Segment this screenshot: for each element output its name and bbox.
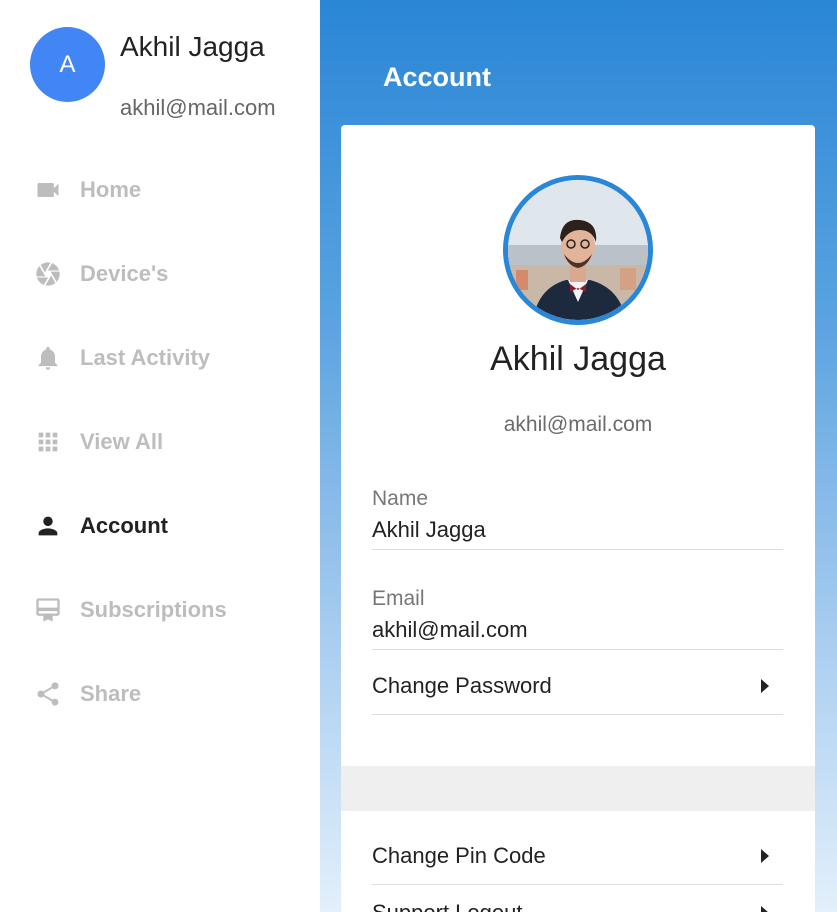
avatar[interactable]: A — [30, 27, 105, 102]
support-logout-row[interactable]: Support Logout — [372, 885, 783, 912]
main-panel: Account Akhil Jagga akhil@mail.com Name … — [320, 0, 837, 912]
chevron-right-icon — [761, 849, 769, 863]
sidebar-item-share[interactable]: Share — [33, 674, 141, 714]
sidebar: A Akhil Jagga akhil@mail.com Home Device… — [0, 0, 320, 912]
sidebar-item-subscriptions[interactable]: Subscriptions — [33, 590, 227, 630]
sidebar-user-name: Akhil Jagga — [120, 31, 265, 62]
sidebar-item-devices[interactable]: Device's — [33, 254, 168, 294]
chevron-right-icon — [761, 906, 769, 912]
sidebar-item-label: Account — [80, 513, 168, 538]
support-logout-label: Support Logout — [372, 900, 522, 912]
page-title: Account — [383, 62, 491, 92]
name-field-value[interactable]: Akhil Jagga — [372, 517, 783, 550]
change-pin-code-row[interactable]: Change Pin Code — [372, 828, 783, 885]
chevron-right-icon — [761, 679, 769, 693]
sidebar-item-view-all[interactable]: View All — [33, 422, 163, 462]
card-icon — [33, 595, 63, 625]
sidebar-item-label: Device's — [80, 261, 169, 286]
sidebar-item-label: Subscriptions — [80, 597, 227, 622]
profile-name: Akhil Jagga — [490, 340, 666, 378]
profile-email: akhil@mail.com — [503, 413, 653, 436]
profile-photo[interactable] — [503, 175, 653, 325]
change-password-row[interactable]: Change Password — [372, 658, 783, 715]
name-field[interactable]: Name Akhil Jagga — [372, 487, 783, 550]
section-divider — [341, 766, 815, 811]
email-field-value[interactable]: akhil@mail.com — [372, 617, 783, 650]
name-field-label: Name — [372, 487, 429, 510]
bell-icon — [33, 343, 63, 373]
sidebar-item-label: Share — [80, 681, 142, 706]
grid-icon — [33, 427, 63, 457]
profile-photo-image — [508, 180, 648, 320]
change-password-label: Change Password — [372, 673, 552, 698]
person-icon — [33, 511, 63, 541]
aperture-icon — [33, 259, 63, 289]
sidebar-item-home[interactable]: Home — [33, 170, 141, 210]
video-camera-icon — [33, 175, 63, 205]
account-card: Akhil Jagga akhil@mail.com Name Akhil Ja… — [341, 125, 815, 912]
change-pin-code-label: Change Pin Code — [372, 843, 546, 868]
sidebar-item-label: View All — [80, 429, 164, 454]
sidebar-item-label: Last Activity — [80, 345, 211, 370]
sidebar-item-label: Home — [80, 177, 142, 202]
email-field[interactable]: Email akhil@mail.com — [372, 587, 783, 650]
sidebar-item-account[interactable]: Account — [33, 506, 168, 546]
email-field-label: Email — [372, 587, 425, 610]
sidebar-user-email: akhil@mail.com — [120, 95, 276, 120]
share-icon — [33, 679, 63, 709]
sidebar-item-last-activity[interactable]: Last Activity — [33, 338, 210, 378]
